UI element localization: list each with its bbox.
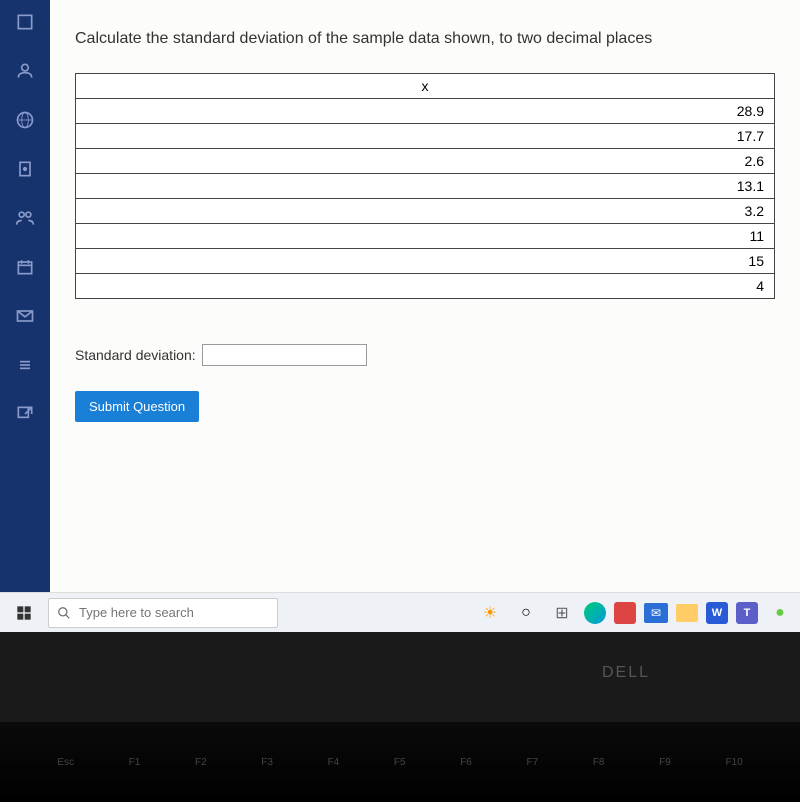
key-label: F8 bbox=[593, 757, 605, 768]
word-icon[interactable]: W bbox=[706, 602, 728, 624]
edge-icon[interactable] bbox=[584, 602, 606, 624]
key-label: F7 bbox=[527, 757, 539, 768]
key-label: F9 bbox=[659, 757, 671, 768]
task-view-icon[interactable]: ⊞ bbox=[548, 599, 576, 627]
key-label: Esc bbox=[57, 757, 74, 768]
key-label: F1 bbox=[129, 757, 141, 768]
list-icon[interactable] bbox=[13, 353, 37, 377]
app-sidebar bbox=[0, 0, 50, 630]
search-icon bbox=[57, 606, 71, 620]
question-prompt: Calculate the standard deviation of the … bbox=[75, 30, 775, 48]
submit-button[interactable]: Submit Question bbox=[75, 391, 199, 422]
globe-icon[interactable] bbox=[13, 108, 37, 132]
external-icon[interactable] bbox=[13, 402, 37, 426]
data-table: x 28.9 17.7 2.6 13.1 3.2 11 15 4 bbox=[75, 73, 775, 299]
table-header: x bbox=[76, 74, 775, 99]
key-label: F3 bbox=[261, 757, 273, 768]
mail-icon[interactable] bbox=[13, 304, 37, 328]
data-cell: 15 bbox=[76, 249, 775, 274]
people-icon[interactable] bbox=[13, 206, 37, 230]
data-cell: 2.6 bbox=[76, 149, 775, 174]
app-icon-1[interactable] bbox=[614, 602, 636, 624]
app-icon-2[interactable]: ● bbox=[766, 599, 794, 627]
taskbar-apps: ☀ ○ ⊞ ✉ W T ● bbox=[476, 599, 794, 627]
keyboard: Esc F1 F2 F3 F4 F5 F6 F7 F8 F9 F10 bbox=[0, 722, 800, 802]
mail-app-icon[interactable]: ✉ bbox=[644, 603, 668, 623]
search-input[interactable] bbox=[79, 605, 269, 620]
weather-icon[interactable]: ☀ bbox=[476, 599, 504, 627]
laptop-brand-logo: DELL bbox=[602, 664, 650, 682]
key-label: F2 bbox=[195, 757, 207, 768]
windows-taskbar: ☀ ○ ⊞ ✉ W T ● bbox=[0, 592, 800, 632]
data-cell: 11 bbox=[76, 224, 775, 249]
data-cell: 4 bbox=[76, 274, 775, 299]
key-label: F6 bbox=[460, 757, 472, 768]
standard-deviation-input[interactable] bbox=[202, 344, 367, 366]
data-cell: 17.7 bbox=[76, 124, 775, 149]
question-area: Calculate the standard deviation of the … bbox=[50, 0, 800, 630]
data-cell: 3.2 bbox=[76, 199, 775, 224]
taskbar-search[interactable] bbox=[48, 598, 278, 628]
key-label: F5 bbox=[394, 757, 406, 768]
document-icon[interactable] bbox=[13, 157, 37, 181]
key-label: F10 bbox=[725, 757, 742, 768]
key-label: F4 bbox=[328, 757, 340, 768]
windows-icon bbox=[16, 605, 32, 621]
person-icon[interactable] bbox=[13, 59, 37, 83]
answer-label: Standard deviation: bbox=[75, 347, 196, 363]
data-cell: 13.1 bbox=[76, 174, 775, 199]
data-cell: 28.9 bbox=[76, 99, 775, 124]
start-button[interactable] bbox=[6, 597, 42, 629]
cortana-icon[interactable]: ○ bbox=[512, 599, 540, 627]
calendar-icon[interactable] bbox=[13, 255, 37, 279]
answer-row: Standard deviation: bbox=[75, 344, 775, 366]
building-icon[interactable] bbox=[13, 10, 37, 34]
explorer-icon[interactable] bbox=[676, 604, 698, 622]
teams-icon[interactable]: T bbox=[736, 602, 758, 624]
